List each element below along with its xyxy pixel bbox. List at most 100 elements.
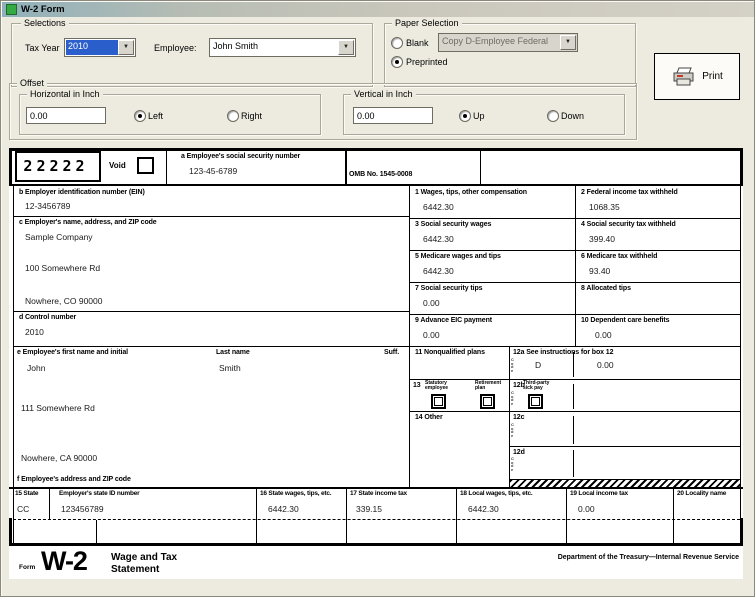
- down-radio-label[interactable]: Down: [561, 111, 584, 121]
- grid-line: [409, 379, 740, 380]
- box7-value: 0.00: [423, 298, 440, 308]
- grid-line: [13, 346, 740, 347]
- box9-value: 0.00: [423, 330, 440, 340]
- statutory-employee-label: Statutory employee: [425, 381, 463, 391]
- box9-label: 9 Advance EIC payment: [415, 317, 492, 324]
- retirement-plan-checkbox: [480, 394, 495, 409]
- up-radio[interactable]: [459, 110, 471, 122]
- grid-line: [9, 148, 12, 186]
- box16-value: 6442.30: [268, 504, 299, 514]
- right-radio-label[interactable]: Right: [241, 111, 262, 121]
- title-bar[interactable]: W-2 Form: [2, 2, 754, 17]
- employee-value: John Smith: [211, 40, 339, 55]
- blank-copy-value: Copy D-Employee Federal: [440, 35, 561, 50]
- box-b-value: 12-3456789: [25, 201, 70, 211]
- box10-label: 10 Dependent care benefits: [581, 317, 669, 324]
- box-a-label: a Employee's social security number: [181, 153, 300, 160]
- app-icon: [6, 4, 17, 15]
- blank-radio-label[interactable]: Blank: [406, 38, 429, 48]
- box17-label: 17 State income tax: [350, 490, 407, 497]
- form-title-line2: Statement: [111, 564, 159, 575]
- grid-line: [9, 184, 743, 186]
- grid-line: [573, 416, 574, 444]
- horizontal-offset-legend: Horizontal in Inch: [27, 89, 103, 99]
- box2-label: 2 Federal income tax withheld: [581, 189, 678, 196]
- box12a-code: D: [535, 360, 541, 370]
- chevron-down-icon[interactable]: ▼: [560, 35, 576, 50]
- horizontal-offset-input[interactable]: [26, 107, 106, 124]
- box14-label: 14 Other: [415, 414, 443, 421]
- grid-line: [509, 446, 740, 447]
- box1-label: 1 Wages, tips, other compensation: [415, 189, 527, 196]
- void-checkbox: [137, 157, 154, 174]
- hatched-area: [510, 480, 740, 487]
- form-title-line1: Wage and Tax: [111, 552, 177, 563]
- box12d-label: 12d: [513, 449, 525, 456]
- box11-label: 11 Nonqualified plans: [415, 349, 485, 356]
- box-c-label: c Employer's name, address, and ZIP code: [19, 219, 157, 226]
- grid-line: [9, 518, 12, 546]
- employee-last-name: Smith: [219, 363, 241, 373]
- box18-value: 6442.30: [468, 504, 499, 514]
- grid-line: [13, 311, 409, 312]
- vertical-offset-input[interactable]: [353, 107, 433, 124]
- box3-label: 3 Social security wages: [415, 221, 491, 228]
- grid-line: [573, 450, 574, 477]
- chevron-down-icon[interactable]: ▼: [338, 40, 354, 55]
- grid-line: [256, 489, 257, 543]
- blank-radio[interactable]: [391, 37, 403, 49]
- dashed-separator: [13, 519, 740, 520]
- print-button-label: Print: [702, 71, 723, 82]
- grid-line: [49, 489, 50, 519]
- void-label: Void: [109, 161, 126, 170]
- form-word: Form: [19, 564, 35, 571]
- print-button[interactable]: Print: [654, 53, 740, 100]
- grid-line: [456, 489, 457, 543]
- up-radio-label[interactable]: Up: [473, 111, 485, 121]
- down-radio[interactable]: [547, 110, 559, 122]
- box4-label: 4 Social security tax withheld: [581, 221, 676, 228]
- chevron-down-icon[interactable]: ▼: [118, 40, 134, 55]
- form-number: W-2: [41, 546, 87, 577]
- left-radio[interactable]: [134, 110, 146, 122]
- box13-label: 13: [413, 382, 421, 389]
- box10-value: 0.00: [595, 330, 612, 340]
- grid-line: [673, 489, 674, 543]
- right-radio[interactable]: [227, 110, 239, 122]
- w2-form-preview: [9, 148, 743, 579]
- box12b-code-caption: Code: [511, 391, 515, 405]
- employer-name: Sample Company: [25, 232, 93, 242]
- grid-line: [166, 150, 167, 186]
- box12a-code-caption: Code: [511, 358, 515, 372]
- box12b-label: 12b: [513, 382, 525, 389]
- grid-line: [13, 216, 409, 217]
- window-title: W-2 Form: [21, 4, 65, 15]
- employee-city: Nowhere, CA 90000: [21, 453, 97, 463]
- box12d-code-caption: Code: [511, 457, 515, 471]
- grid-line: [740, 518, 743, 546]
- statutory-employee-checkbox: [431, 394, 446, 409]
- third-party-sick-pay-checkbox: [528, 394, 543, 409]
- box5-value: 6442.30: [423, 266, 454, 276]
- grid-line: [575, 186, 576, 346]
- preprinted-radio[interactable]: [391, 56, 403, 68]
- grid-line: [409, 186, 410, 488]
- blank-copy-combobox[interactable]: Copy D-Employee Federal ▼: [438, 33, 578, 52]
- state-id-value: 123456789: [61, 504, 104, 514]
- grid-line: [509, 346, 510, 488]
- employee-label: Employee:: [154, 43, 197, 53]
- left-radio-label[interactable]: Left: [148, 111, 163, 121]
- box15-value: CC: [17, 504, 29, 514]
- employee-combobox[interactable]: John Smith ▼: [209, 38, 356, 57]
- grid-line: [345, 148, 347, 186]
- grid-line: [409, 411, 740, 412]
- selections-legend: Selections: [21, 18, 69, 28]
- vertical-offset-legend: Vertical in Inch: [351, 89, 416, 99]
- box-d-label: d Control number: [19, 314, 76, 321]
- treasury-text: Department of the Treasury—Internal Reve…: [506, 554, 739, 561]
- tax-year-combobox[interactable]: 2010 ▼: [64, 38, 136, 57]
- retirement-plan-label: Retirement plan: [475, 381, 509, 391]
- box12c-label: 12c: [513, 414, 524, 421]
- grid-line: [566, 489, 567, 543]
- preprinted-radio-label[interactable]: Preprinted: [406, 57, 448, 67]
